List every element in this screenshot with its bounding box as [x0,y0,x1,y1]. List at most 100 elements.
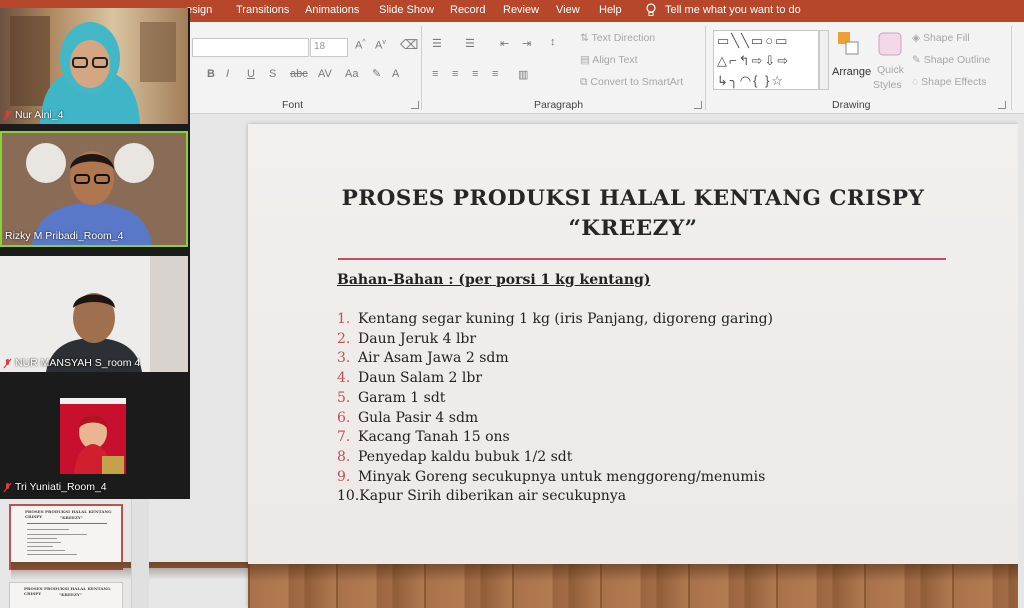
separator [1011,26,1012,110]
participant-tile[interactable]: NUR MANSYAH S_room 4 [0,256,188,372]
tell-me-search[interactable]: Tell me what you want to do [645,3,801,17]
align-text-icon: ▤ [580,54,593,66]
shapes-gallery[interactable]: ▭╲╲▭○▭ △⌐↰⇨⇩⇨ ↳╮◠{ }☆ [713,30,819,90]
decrease-indent-icon[interactable]: ⇤ [500,37,509,50]
drawing-dialog-launcher[interactable] [998,101,1006,109]
clear-format-icon[interactable]: ⌫ [400,37,418,53]
participant-tile[interactable]: Nur Aini_4 [0,8,188,124]
paint-bucket-icon: ◈ [912,32,923,44]
font-size-box[interactable]: 18 [310,38,348,57]
character-spacing-icon[interactable]: AV [318,68,332,80]
powerpoint-window: esign Transitions Animations Slide Show … [0,0,1024,608]
participant-video [10,16,176,124]
strikethrough-icon[interactable]: abc [290,68,308,80]
list-item: 7. Kacang Tanah 15 ons [337,429,510,446]
numbering-icon[interactable]: ☰ [465,37,475,50]
participant-name: Tri Yuniati_Room_4 [3,481,107,493]
font-name-box[interactable] [192,38,309,57]
text-direction-button[interactable]: ⇅ Text Direction [580,32,655,44]
slide-thumbnail-current[interactable]: PROSES PRODUKSI HALAL KENTANG CRISPY "KR… [9,504,781,606]
italic-icon[interactable]: I [226,68,229,80]
tab-transitions[interactable]: Transitions [236,4,289,16]
ingredient-list: 1. Kentang segar kuning 1 kg (iris Panjan… [337,310,773,507]
highlight-icon[interactable]: ✎ [372,67,381,80]
ingredients-heading: Bahan-Bahan : (per porsi 1 kg kentang) [337,272,651,288]
separator [421,26,422,110]
title-divider-line [338,258,946,260]
shape-fill-button[interactable]: ◈ Shape Fill [912,32,970,44]
thumbnail-text [27,546,53,547]
slide-canvas[interactable]: PROSES PRODUKSI HALAL KENTANG CRISPY “KR… [248,124,1018,608]
list-item: 2. Daun Jeruk 4 lbr [337,330,477,347]
quick-styles-icon [878,32,902,56]
justify-icon[interactable]: ≡ [492,68,498,80]
thumbnail-line [27,523,107,524]
video-call-panel: Nur Aini_4 Rizky M Pribadi_Room_4 NUR MA… [0,8,190,499]
list-item: 3. Air Asam Jawa 2 sdm [337,350,509,367]
list-item: 9. Minyak Goreng secukupnya untuk menggor… [337,468,766,485]
participant-name: Rizky M Pribadi_Room_4 [5,230,124,242]
mic-muted-icon [3,482,12,492]
wooden-floor-decoration [248,564,1018,608]
thumbnail-text [27,538,57,539]
bold-icon[interactable]: B [207,68,215,80]
arrange-button[interactable]: Arrange [832,66,871,78]
paragraph-group-label: Paragraph [534,99,584,111]
participant-tile[interactable]: Tri Yuniati_Room_4 [0,380,188,496]
shadow-icon[interactable]: S [269,68,276,80]
font-color-icon[interactable]: A [392,68,399,80]
text-direction-icon: ⇅ [580,32,592,44]
editor-scrollbar[interactable] [1018,114,1024,608]
mic-muted-icon [3,358,12,368]
align-center-icon[interactable]: ≡ [452,68,458,80]
gallery-scroll[interactable] [819,30,829,90]
slide-thumbnail-next[interactable]: PROSES PRODUKSI HALAL KENTANG CRISPY "KR… [9,582,123,608]
increase-indent-icon[interactable]: ⇥ [522,37,531,50]
thumbnail-text [27,534,87,535]
quick-styles-label-2[interactable]: Styles [873,79,902,91]
tab-review[interactable]: Review [503,4,539,16]
pen-icon: ✎ [912,54,924,66]
tab-record[interactable]: Record [450,4,485,16]
tab-slide-show[interactable]: Slide Show [379,4,434,16]
align-left-icon[interactable]: ≡ [432,68,438,80]
list-item: 8. Penyedap kaldu bubuk 1/2 sdt [337,448,573,465]
shape-effects-button[interactable]: ◌ Shape Effects [912,76,986,88]
tell-me-text: Tell me what you want to do [665,4,801,16]
thumbnail-subtitle: "KREEZY" [59,592,82,597]
grow-font-icon[interactable]: A^ [355,39,366,52]
shape-outline-button[interactable]: ✎ Shape Outline [912,54,990,66]
font-dialog-launcher[interactable] [411,101,419,109]
slide-title-line1: PROSES PRODUKSI HALAL KENTANG CRISPY [341,186,925,211]
tab-animations[interactable]: Animations [305,4,359,16]
mic-muted-icon [3,110,12,120]
list-item: 4. Daun Salam 2 lbr [337,370,483,387]
thumbnail-text [27,554,77,555]
list-item: 10.Kapur Sirih diberikan air secukupnya [337,488,627,505]
arrange-icon [838,32,859,55]
participant-name: Nur Aini_4 [3,109,63,121]
tab-help[interactable]: Help [599,4,622,16]
participant-video [0,256,188,372]
participant-name: NUR MANSYAH S_room 4 [3,357,140,369]
bullets-icon[interactable]: ☰ [432,37,442,50]
thumbnail-text [27,550,65,551]
slide-title-line2: “KREEZY” [568,216,698,241]
font-group-label: Font [282,99,304,111]
change-case-icon[interactable]: Aa [345,68,358,80]
align-right-icon[interactable]: ≡ [472,68,478,80]
thumbnail-text [27,529,69,530]
underline-icon[interactable]: U [247,68,255,80]
quick-styles-label-1[interactable]: Quick [877,64,904,76]
shrink-font-icon[interactable]: Av [375,39,386,52]
tab-view[interactable]: View [556,4,580,16]
thumbnail-text [27,542,61,543]
paragraph-dialog-launcher[interactable] [694,101,702,109]
line-spacing-icon[interactable]: ↕ [550,36,556,48]
effects-icon: ◌ [912,76,922,88]
list-item: 1. Kentang segar kuning 1 kg (iris Panjan… [337,311,774,327]
align-text-button[interactable]: ▤ Align Text [580,54,638,66]
convert-smartart-button[interactable]: ⧉ Convert to SmartArt [580,76,683,89]
participant-tile-active-speaker[interactable]: Rizky M Pribadi_Room_4 [0,131,188,247]
columns-icon[interactable]: ▥ [518,68,528,81]
